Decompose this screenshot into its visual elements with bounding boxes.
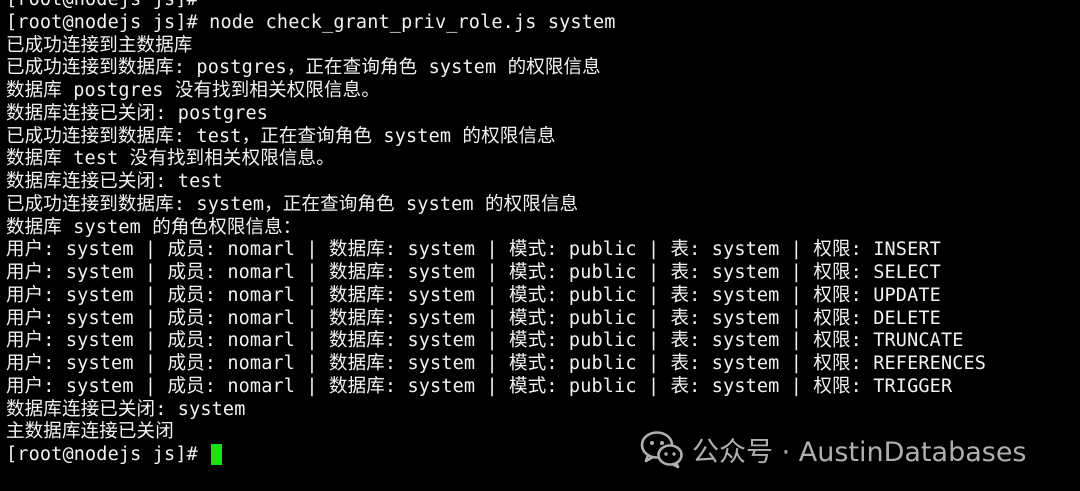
terminal-line: 数据库连接已关闭: test — [6, 171, 223, 192]
terminal-line: 用户: system | 成员: nomarl | 数据库: system | … — [6, 353, 987, 374]
terminal-line: 已成功连接到主数据库 — [6, 34, 193, 56]
terminal-window[interactable]: [root@nodejs js]# [root@nodejs js]# node… — [0, 0, 1080, 491]
terminal-output: [root@nodejs js]# [root@nodejs js]# node… — [6, 0, 986, 467]
terminal-line: [root@nodejs js]# node check_grant_priv_… — [6, 11, 616, 33]
terminal-line: 已成功连接到数据库: test，正在查询角色 system 的权限信息 — [6, 125, 556, 147]
terminal-line: 已成功连接到数据库: postgres，正在查询角色 system 的权限信息 — [6, 57, 601, 79]
terminal-line: 用户: system | 成员: nomarl | 数据库: system | … — [6, 307, 941, 329]
terminal-line: 用户: system | 成员: nomarl | 数据库: system | … — [6, 262, 941, 283]
watermark: 公众号 · AustinDatabases — [640, 429, 1027, 469]
terminal-line: 数据库 test 没有找到相关权限信息。 — [6, 148, 335, 170]
terminal-line: 数据库 postgres 没有找到相关权限信息。 — [6, 80, 380, 101]
shell-prompt: [root@nodejs js]# — [6, 444, 210, 465]
terminal-line: 数据库连接已关闭: postgres — [6, 102, 269, 124]
terminal-cursor — [211, 443, 223, 465]
terminal-line: 数据库连接已关闭: system — [6, 398, 246, 420]
terminal-line: 用户: system | 成员: nomarl | 数据库: system | … — [6, 375, 953, 397]
terminal-line: [root@nodejs js]# — [6, 0, 986, 12]
terminal-line: 用户: system | 成员: nomarl | 数据库: system | … — [6, 239, 941, 261]
terminal-line: 已成功连接到数据库: system，正在查询角色 system 的权限信息 — [6, 193, 579, 215]
wechat-icon — [640, 431, 683, 469]
terminal-line: 用户: system | 成员: nomarl | 数据库: system | … — [6, 284, 941, 306]
watermark-text: 公众号 · AustinDatabases — [692, 436, 1027, 468]
terminal-line: 用户: system | 成员: nomarl | 数据库: system | … — [6, 330, 964, 352]
terminal-line: 数据库 system 的角色权限信息： — [6, 216, 302, 238]
